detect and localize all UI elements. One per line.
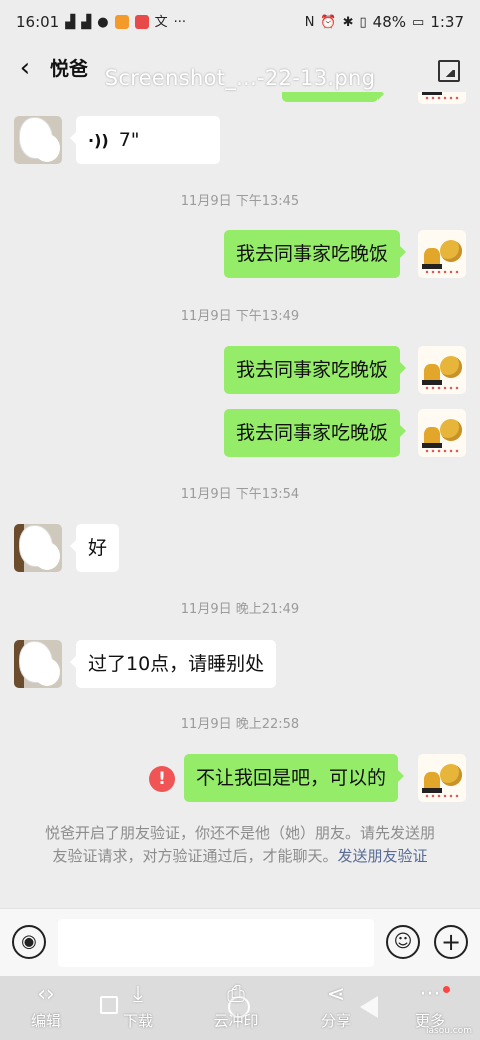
plus-button[interactable]: + [434, 925, 468, 959]
voice-message[interactable]: ·)) 7" [70, 116, 220, 164]
watermark: iasou.com [426, 1026, 472, 1036]
download-label: 下载 [122, 1012, 153, 1030]
message-bubble[interactable]: 我去同事家吃晚饭 [224, 409, 407, 457]
message-bubble[interactable]: 不让我回是吧，可以的 [184, 754, 405, 802]
nfc-icon: N [304, 14, 315, 30]
share-button[interactable]: ⋖ 分享 [300, 980, 372, 1036]
bluetooth-icon: ✱ [342, 14, 354, 30]
message-bubble[interactable]: 我去同事家吃晚饭 [224, 230, 407, 278]
share-icon: ⋖ [326, 982, 346, 1007]
chat-header: ‹ 悦爸 Screenshot_...-22-13.png [0, 44, 480, 92]
print-icon: ⎙ [227, 982, 245, 1007]
battery-icon: ▭ [412, 14, 425, 30]
status-clock: 1:37 [430, 13, 464, 31]
avatar-contact[interactable] [14, 116, 62, 164]
cloud-print-label: 云冲印 [213, 1012, 259, 1030]
send-verification-link[interactable]: 发送朋友验证 [338, 847, 428, 865]
avatar-self[interactable] [418, 346, 466, 394]
avatar-self[interactable] [418, 409, 466, 457]
shop-icon [134, 15, 149, 29]
avatar-self[interactable] [418, 92, 466, 104]
message-input[interactable] [58, 919, 374, 967]
signal-icon: ▟ [65, 14, 76, 30]
voice-wave-icon: ·)) [88, 131, 109, 150]
voice-input-button[interactable]: ◉ [12, 925, 46, 959]
edit-button[interactable]: ‹› 编辑 [10, 980, 82, 1036]
more-icon: ··· [419, 982, 441, 1007]
timestamp: 11月9日 晚上21:49 [180, 602, 300, 617]
file-name-overlay: Screenshot_...-22-13.png [104, 66, 376, 90]
alarm-icon: ⏰ [320, 14, 337, 30]
viewer-toolbar: ‹› 编辑 ⤓ 下载 ⎙ 云冲印 ⋖ 分享 ··· 更多 [0, 976, 480, 1040]
notification-dot [443, 986, 450, 993]
message-bubble-partial [282, 92, 384, 102]
message-bubble[interactable]: 好 [69, 524, 120, 572]
download-button[interactable]: ⤓ 下载 [102, 980, 174, 1036]
translate-icon: 文 [154, 14, 168, 30]
chat-icon: ● [97, 14, 109, 30]
friend-verification-notice: 悦爸开启了朋友验证，你还不是他（她）朋友。请先发送朋友验证请求，对方验证通过后，… [38, 822, 442, 868]
send-failed-icon[interactable]: ! [149, 766, 175, 792]
input-bar: ◉ ☺ + [0, 908, 480, 977]
avatar-self[interactable] [418, 754, 466, 802]
vibrate-icon: ▯ [359, 14, 367, 30]
status-bar: 16:01 ▟ ▟ ● 文 ··· N ⏰ ✱ ▯ 48% ▭ 1:37 [0, 0, 480, 44]
avatar-self[interactable] [418, 230, 466, 278]
signal-icon: ▟ [81, 14, 92, 30]
avatar-contact[interactable] [14, 640, 62, 688]
more-dots-icon: ··· [173, 14, 186, 30]
share-label: 分享 [320, 1012, 351, 1030]
voice-duration: 7" [118, 129, 140, 151]
status-time: 16:01 [16, 13, 60, 31]
timestamp: 11月9日 晚上22:58 [180, 717, 300, 732]
chat-area[interactable]: ·)) 7" 11月9日 下午13:45 我去同事家吃晚饭 11月9日 下午13:… [0, 92, 480, 908]
emoji-button[interactable]: ☺ [386, 925, 420, 959]
cloud-print-button[interactable]: ⎙ 云冲印 [200, 980, 272, 1036]
timestamp: 11月9日 下午13:49 [180, 309, 300, 324]
timestamp: 11月9日 下午13:45 [180, 194, 300, 209]
video-icon [114, 15, 129, 29]
message-bubble[interactable]: 过了10点，请睡别处 [69, 640, 277, 688]
battery-percent: 48% [372, 13, 407, 31]
edit-icon: ‹› [37, 982, 55, 1007]
edit-label: 编辑 [30, 1012, 61, 1030]
download-icon: ⤓ [133, 982, 143, 1007]
image-icon[interactable] [438, 60, 460, 82]
avatar-contact[interactable] [14, 524, 62, 572]
message-bubble[interactable]: 我去同事家吃晚饭 [224, 346, 407, 394]
timestamp: 11月9日 下午13:54 [180, 487, 300, 502]
